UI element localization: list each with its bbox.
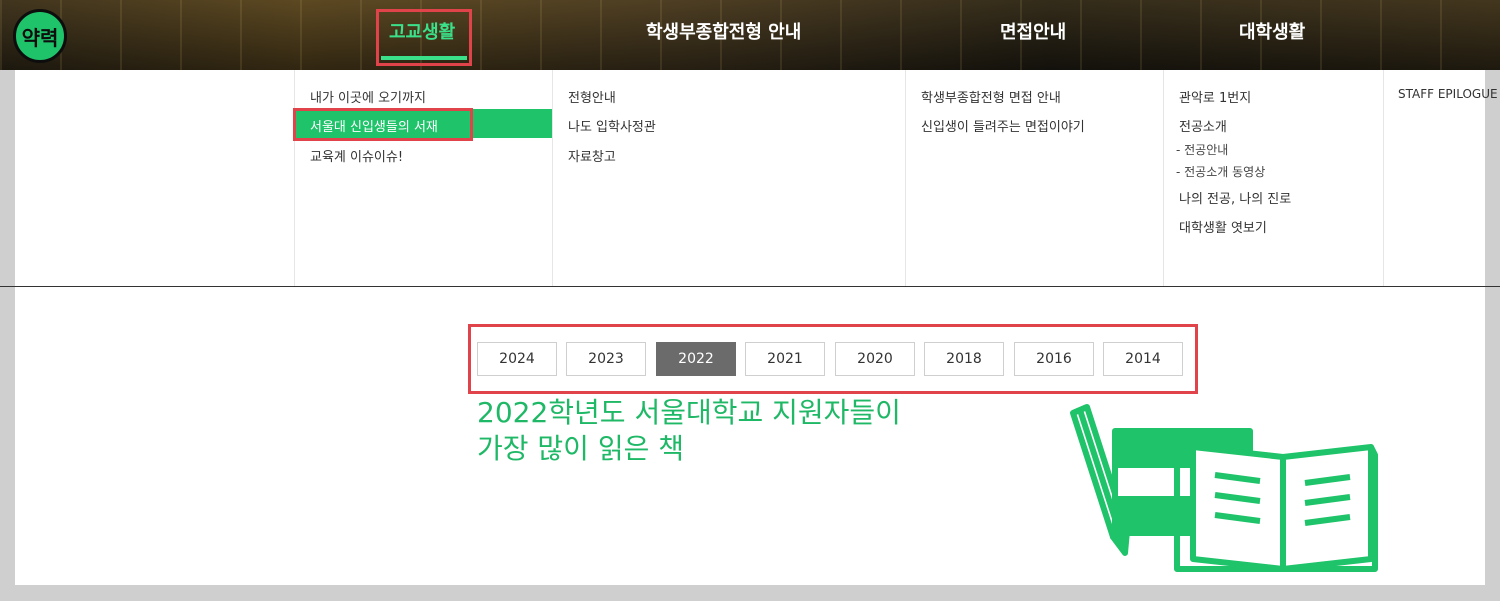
menu-item-my-major-career[interactable]: 나의 전공, 나의 진로 xyxy=(1179,188,1291,207)
headline-line-1: 2022학년도 서울대학교 지원자들이 xyxy=(477,396,901,429)
menu-subitem-major-video[interactable]: - 전공소개 동영상 xyxy=(1176,163,1265,180)
site-logo[interactable]: 약력 xyxy=(13,9,67,63)
page-headline: 2022학년도 서울대학교 지원자들이 가장 많이 읽은 책 xyxy=(477,395,901,467)
menu-item-education-issues[interactable]: 교육계 이슈이슈! xyxy=(310,146,403,165)
headline-line-2: 가장 많이 읽은 책 xyxy=(477,432,685,465)
year-button-2018[interactable]: 2018 xyxy=(924,342,1004,376)
books-icon xyxy=(1070,404,1378,572)
menu-item-resource-archive[interactable]: 자료창고 xyxy=(568,146,616,165)
menu-item-staff-epilogue[interactable]: STAFF EPILOGUE xyxy=(1398,87,1498,101)
top-navigation-bar: 약력 고교생활 학생부종합전형 안내 면접안내 대학생활 xyxy=(0,0,1500,70)
menu-item-admission-info[interactable]: 전형안내 xyxy=(568,87,616,106)
nav-item-college-life[interactable]: 대학생활 xyxy=(1239,18,1305,44)
menu-column-staff xyxy=(1383,70,1485,286)
nav-item-admission-guide[interactable]: 학생부종합전형 안내 xyxy=(646,18,801,44)
menu-item-interview-stories[interactable]: 신입생이 들려주는 면접이야기 xyxy=(921,116,1085,135)
year-button-2024[interactable]: 2024 xyxy=(477,342,557,376)
logo-text: 약력 xyxy=(21,25,59,50)
year-button-2020[interactable]: 2020 xyxy=(835,342,915,376)
menu-item-admission-officer[interactable]: 나도 입학사정관 xyxy=(568,116,656,135)
menu-item-freshmen-library[interactable]: 서울대 신입생들의 서재 xyxy=(310,116,438,135)
nav-active-indicator xyxy=(381,56,467,60)
menu-item-before-coming-here[interactable]: 내가 이곳에 오기까지 xyxy=(310,87,426,106)
mega-menu: 내가 이곳에 오기까지 서울대 신입생들의 서재 교육계 이슈이슈! 전형안내 … xyxy=(15,70,1498,286)
menu-item-interview-info[interactable]: 학생부종합전형 면접 안내 xyxy=(921,87,1061,106)
nav-item-high-school-life[interactable]: 고교생활 xyxy=(389,18,455,44)
year-button-2023[interactable]: 2023 xyxy=(566,342,646,376)
menu-item-gwanak-road[interactable]: 관악로 1번지 xyxy=(1179,87,1251,106)
main-content: 2024 2023 2022 2021 2020 2018 2016 2014 … xyxy=(15,287,1485,585)
year-button-2014[interactable]: 2014 xyxy=(1103,342,1183,376)
menu-item-college-life-peek[interactable]: 대학생활 엿보기 xyxy=(1179,217,1267,236)
year-button-2021[interactable]: 2021 xyxy=(745,342,825,376)
menu-subitem-major-info[interactable]: - 전공안내 xyxy=(1176,141,1228,158)
nav-item-interview-guide[interactable]: 면접안내 xyxy=(1000,18,1066,44)
year-button-2016[interactable]: 2016 xyxy=(1014,342,1094,376)
year-button-2022[interactable]: 2022 xyxy=(656,342,736,376)
menu-item-major-intro[interactable]: 전공소개 xyxy=(1179,116,1227,135)
